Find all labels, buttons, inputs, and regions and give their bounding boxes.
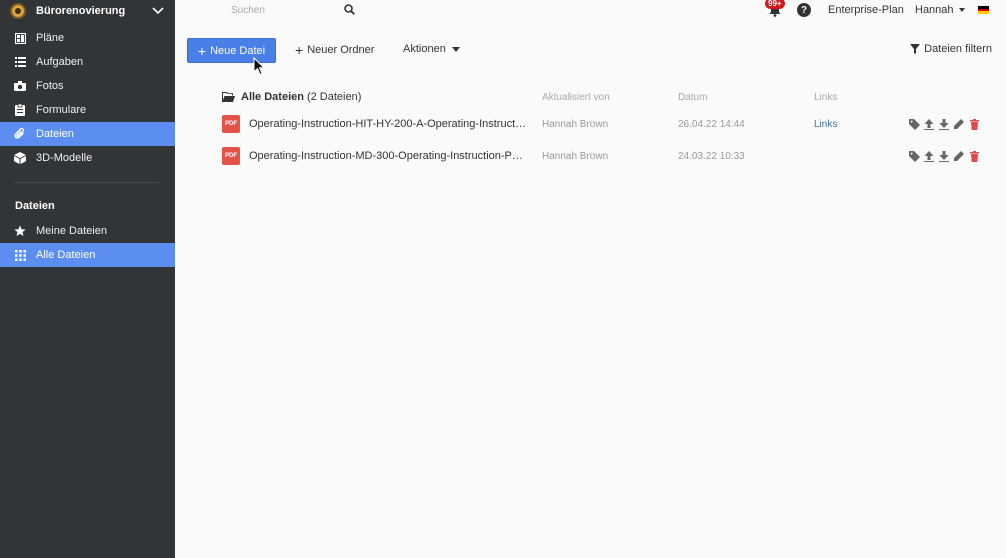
folder-count: (2 Dateien) bbox=[306, 91, 362, 103]
search-box[interactable] bbox=[231, 0, 361, 20]
updated-by: Hannah Brown bbox=[542, 118, 609, 130]
table-header: Alle Dateien (2 Dateien) Aktualisiert vo… bbox=[222, 86, 992, 108]
sidebar-item-label: Pläne bbox=[36, 32, 65, 44]
pdf-file-icon: PDF bbox=[222, 115, 240, 133]
sidebar-divider bbox=[14, 182, 159, 183]
sidebar-item-label: Aufgaben bbox=[36, 56, 84, 68]
filter-label: Dateien filtern bbox=[924, 43, 992, 55]
table-row[interactable]: PDF Operating-Instruction-HIT-HY-200-A-O… bbox=[222, 108, 992, 140]
new-file-label: Neue Datei bbox=[210, 44, 266, 57]
sidebar-item-label: Meine Dateien bbox=[36, 225, 107, 237]
actions-label: Aktionen bbox=[403, 43, 446, 55]
clipboard-icon bbox=[14, 104, 26, 116]
column-header-updated-by[interactable]: Aktualisiert von bbox=[542, 92, 678, 103]
sidebar-item-aufgaben[interactable]: Aufgaben bbox=[0, 50, 175, 74]
sidebar-item-alle-dateien[interactable]: Alle Dateien bbox=[0, 243, 175, 267]
tag-icon[interactable] bbox=[908, 150, 920, 162]
folder-header[interactable]: Alle Dateien (2 Dateien) bbox=[222, 91, 542, 103]
tag-icon[interactable] bbox=[908, 118, 920, 130]
sidebar-item-label: Alle Dateien bbox=[36, 249, 96, 261]
file-table: Alle Dateien (2 Dateien) Aktualisiert vo… bbox=[222, 86, 992, 172]
sidebar: Bürorenovierung Pläne Aufgaben Fotos For… bbox=[0, 0, 175, 558]
grid-icon bbox=[14, 249, 26, 261]
delete-trash-icon[interactable] bbox=[968, 118, 980, 130]
caret-down-icon bbox=[451, 46, 460, 52]
table-row[interactable]: PDF Operating-Instruction-MD-300-Operati… bbox=[222, 140, 992, 172]
file-date: 24.03.22 10:33 bbox=[678, 150, 745, 162]
star-icon bbox=[14, 225, 26, 237]
mouse-cursor-icon bbox=[253, 57, 265, 76]
sidebar-item-dateien[interactable]: Dateien bbox=[0, 122, 175, 146]
column-header-date[interactable]: Datum bbox=[678, 92, 814, 103]
upload-icon[interactable] bbox=[923, 118, 935, 130]
folder-name: Alle Dateien bbox=[241, 91, 304, 103]
sidebar-item-formulare[interactable]: Formulare bbox=[0, 98, 175, 122]
updated-by: Hannah Brown bbox=[542, 150, 609, 162]
german-flag-icon[interactable] bbox=[978, 6, 989, 15]
download-icon[interactable] bbox=[938, 118, 950, 130]
file-name[interactable]: Operating-Instruction-MD-300-Operating-I… bbox=[249, 150, 527, 162]
upload-icon[interactable] bbox=[923, 150, 935, 162]
tasks-list-icon bbox=[14, 56, 26, 68]
search-input[interactable] bbox=[231, 4, 341, 16]
download-icon[interactable] bbox=[938, 150, 950, 162]
delete-trash-icon[interactable] bbox=[968, 150, 980, 162]
filter-icon bbox=[910, 44, 921, 54]
plus-icon: + bbox=[197, 42, 207, 59]
actions-dropdown[interactable]: Aktionen bbox=[403, 43, 460, 55]
caret-down-icon bbox=[958, 8, 965, 12]
camera-icon bbox=[14, 80, 26, 92]
pdf-file-icon: PDF bbox=[222, 147, 240, 165]
sidebar-item-fotos[interactable]: Fotos bbox=[0, 74, 175, 98]
column-header-links[interactable]: Links bbox=[814, 92, 904, 103]
sidebar-item-plaene[interactable]: Pläne bbox=[0, 26, 175, 50]
sidebar-item-label: 3D-Modelle bbox=[36, 152, 93, 164]
plan-label[interactable]: Enterprise-Plan bbox=[828, 4, 904, 16]
filter-files-button[interactable]: Dateien filtern bbox=[910, 43, 992, 55]
sidebar-item-label: Dateien bbox=[36, 128, 74, 140]
sidebar-section-title: Dateien bbox=[15, 200, 55, 212]
chevron-down-icon[interactable] bbox=[151, 4, 165, 18]
edit-pencil-icon[interactable] bbox=[953, 150, 965, 162]
project-switcher[interactable]: Bürorenovierung bbox=[0, 0, 175, 22]
user-name: Hannah bbox=[915, 4, 954, 16]
cube-icon bbox=[14, 152, 26, 164]
search-icon[interactable] bbox=[344, 4, 355, 18]
project-logo-icon bbox=[10, 3, 26, 19]
notification-badge[interactable]: 99+ bbox=[765, 0, 785, 9]
file-date: 26.04.22 14:44 bbox=[678, 118, 745, 130]
sidebar-item-3d-modelle[interactable]: 3D-Modelle bbox=[0, 146, 175, 170]
edit-pencil-icon[interactable] bbox=[953, 118, 965, 130]
new-folder-button[interactable]: + Neuer Ordner bbox=[295, 43, 374, 57]
links-link[interactable]: Links bbox=[814, 119, 837, 130]
sidebar-item-label: Formulare bbox=[36, 104, 87, 116]
user-menu[interactable]: Hannah bbox=[915, 4, 965, 16]
sidebar-item-label: Fotos bbox=[36, 80, 64, 92]
topbar: 99+ ? Enterprise-Plan Hannah bbox=[175, 0, 1006, 22]
file-name[interactable]: Operating-Instruction-HIT-HY-200-A-Opera… bbox=[249, 118, 527, 130]
folder-open-icon bbox=[222, 92, 235, 102]
plans-icon bbox=[14, 32, 26, 44]
plus-icon: + bbox=[295, 42, 304, 58]
new-folder-label: Neuer Ordner bbox=[307, 44, 375, 56]
project-name: Bürorenovierung bbox=[36, 5, 126, 17]
paperclip-icon bbox=[14, 128, 26, 140]
sidebar-item-meine-dateien[interactable]: Meine Dateien bbox=[0, 219, 175, 243]
help-icon[interactable]: ? bbox=[797, 3, 811, 17]
